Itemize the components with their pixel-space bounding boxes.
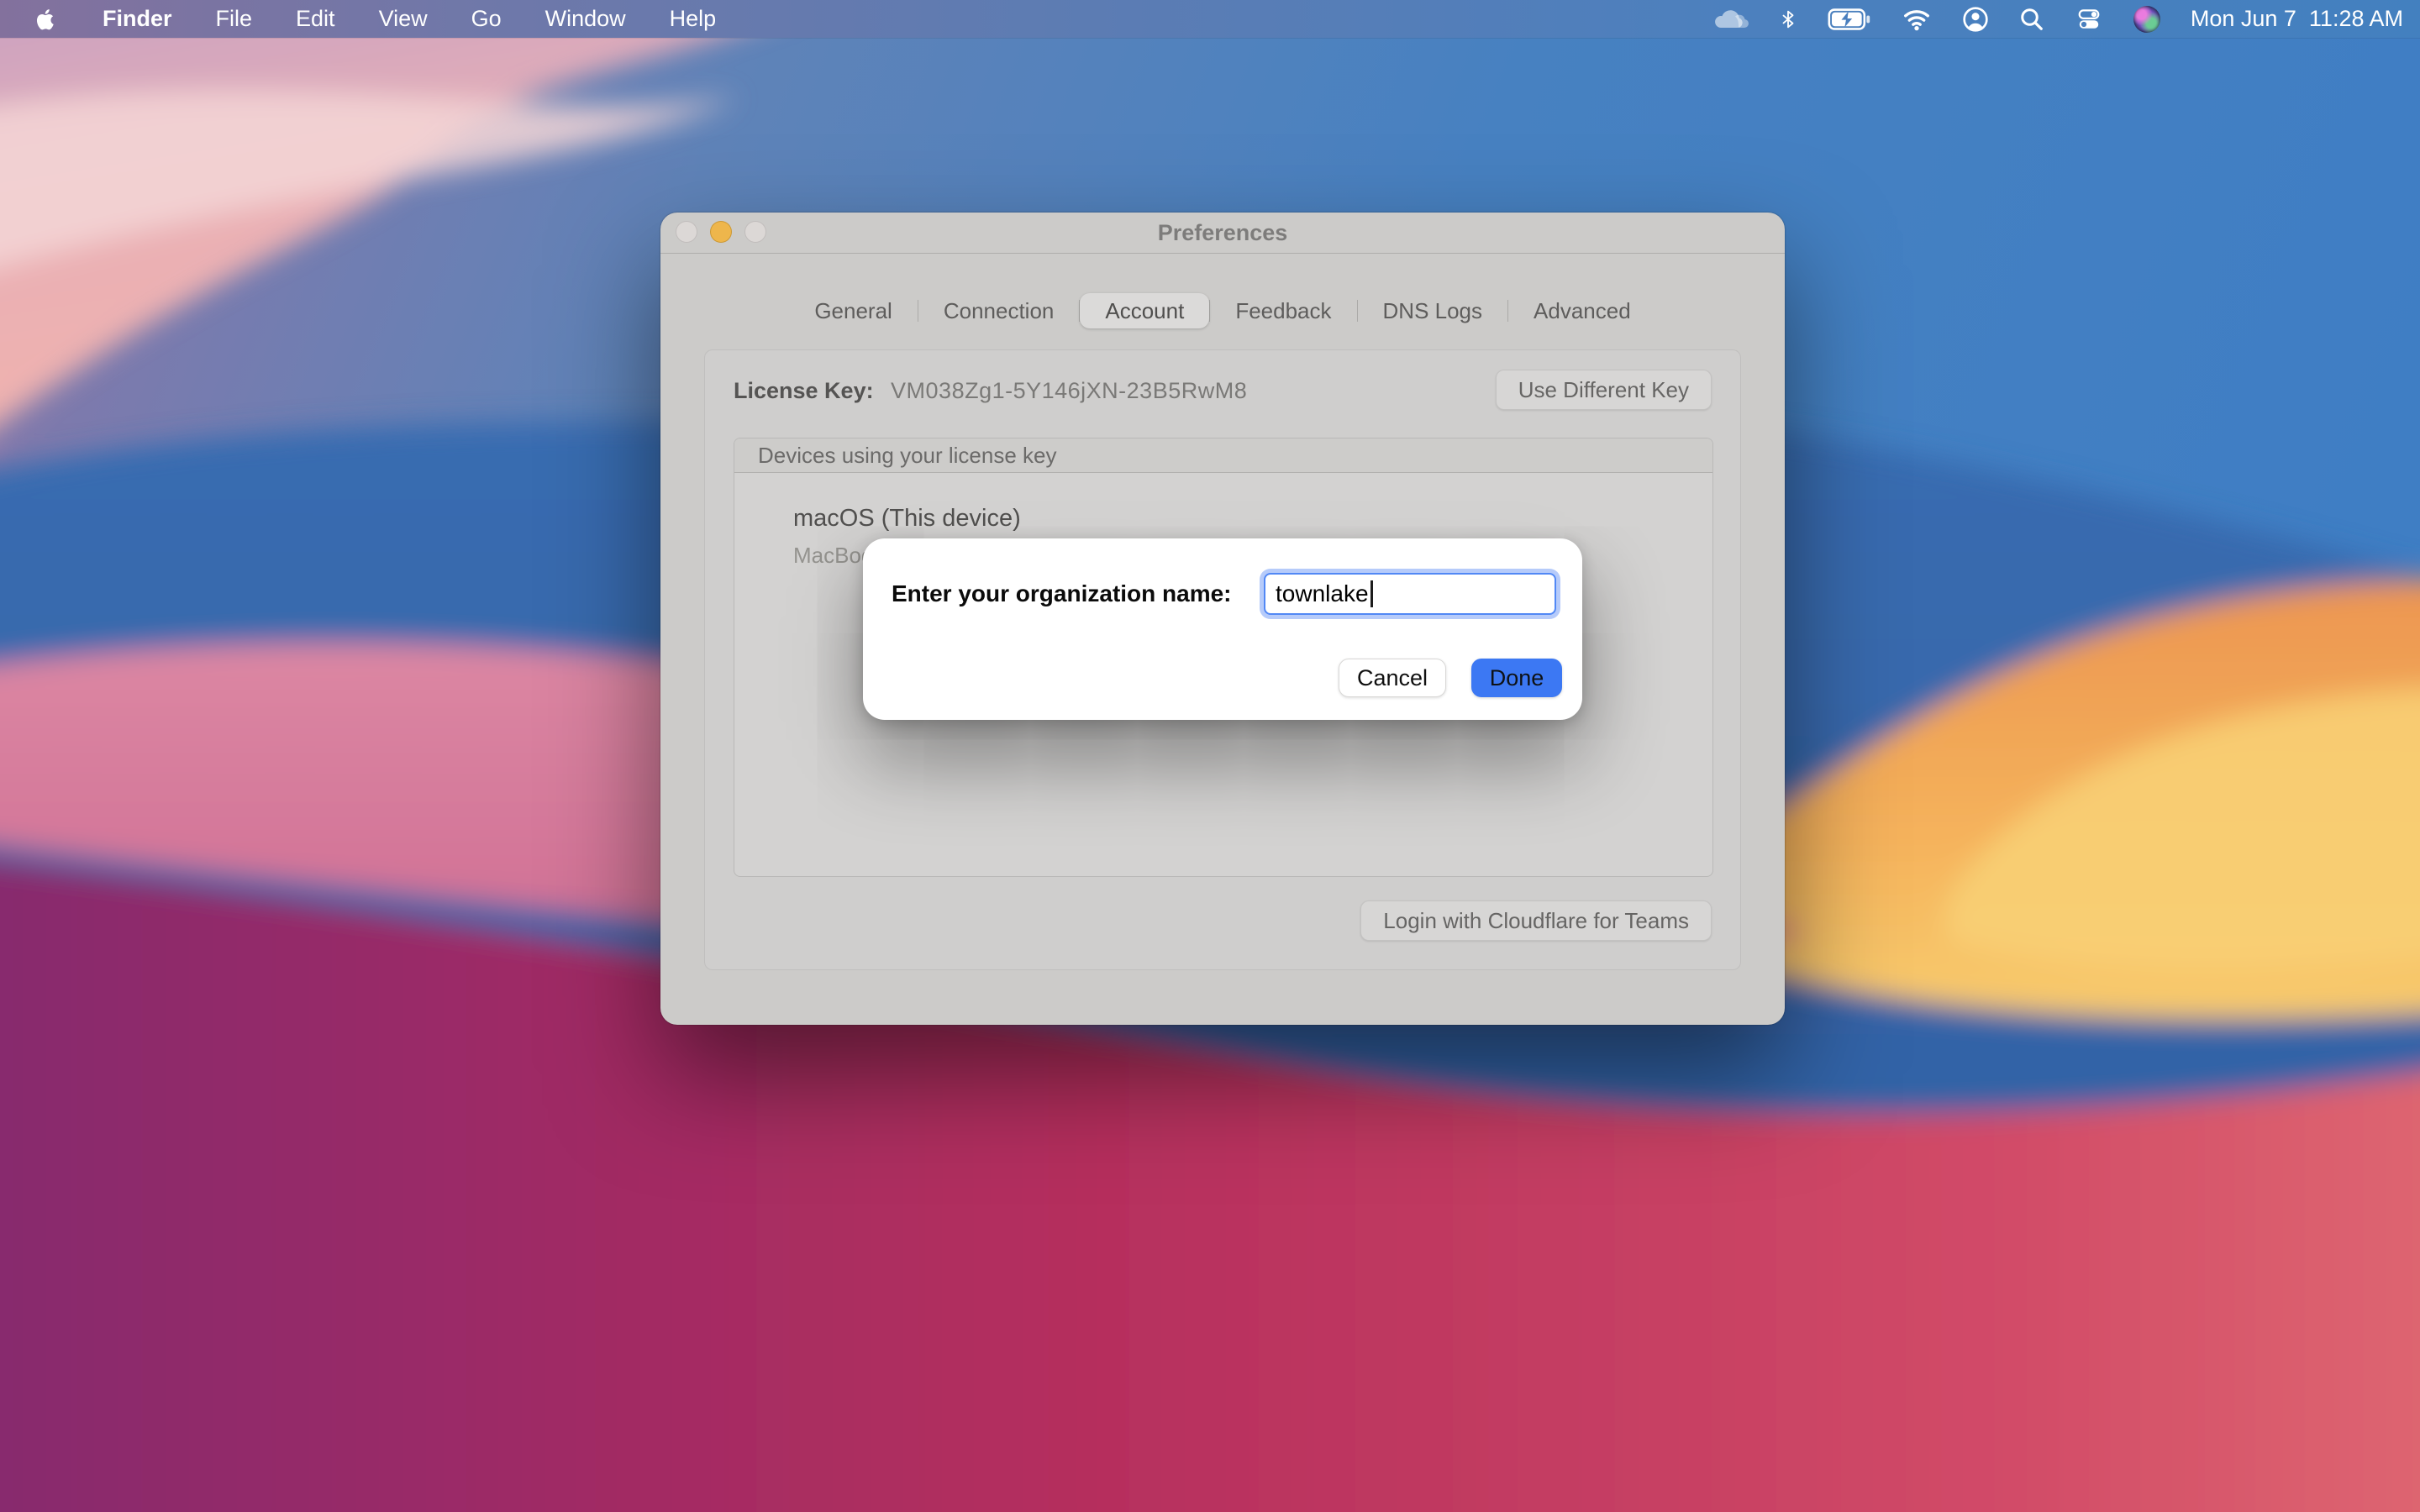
menu-bar: Finder File Edit View Go Window Help: [0, 0, 2420, 38]
wifi-icon[interactable]: [1902, 8, 1932, 31]
tab-dns-logs[interactable]: DNS Logs: [1358, 293, 1508, 328]
devices-list-header: Devices using your license key: [734, 438, 1712, 473]
preferences-tabs: General Connection Account Feedback DNS …: [660, 293, 1785, 328]
login-cloudflare-teams-button[interactable]: Login with Cloudflare for Teams: [1360, 900, 1712, 941]
license-key-row: License Key: VM038Zg1-5Y146jXN-23B5RwM8: [734, 371, 1247, 410]
menu-item-go[interactable]: Go: [471, 0, 502, 38]
organization-name-value: townlake: [1276, 580, 1369, 607]
tab-feedback[interactable]: Feedback: [1210, 293, 1356, 328]
done-button[interactable]: Done: [1471, 659, 1562, 697]
menu-item-edit[interactable]: Edit: [296, 0, 335, 38]
siri-icon[interactable]: [2133, 6, 2160, 33]
cancel-button[interactable]: Cancel: [1339, 659, 1446, 697]
menu-item-window[interactable]: Window: [545, 0, 626, 38]
title-bar[interactable]: Preferences: [660, 213, 1785, 254]
minimize-button[interactable]: [710, 221, 732, 243]
apple-icon: [34, 7, 59, 32]
tab-general[interactable]: General: [789, 293, 918, 328]
menu-item-file[interactable]: File: [216, 0, 253, 38]
tab-advanced[interactable]: Advanced: [1508, 293, 1656, 328]
menu-item-help[interactable]: Help: [670, 0, 717, 38]
desktop: Finder File Edit View Go Window Help: [0, 0, 2420, 1512]
organization-name-dialog: Enter your organization name: townlake C…: [863, 538, 1582, 720]
license-key-value: VM038Zg1-5Y146jXN-23B5RwM8: [891, 378, 1247, 403]
tab-account[interactable]: Account: [1080, 293, 1209, 328]
organization-name-input[interactable]: townlake: [1264, 573, 1556, 615]
apple-menu[interactable]: [34, 7, 59, 32]
license-key-label: License Key:: [734, 378, 874, 403]
dialog-prompt: Enter your organization name:: [892, 573, 1232, 615]
cloudflare-icon[interactable]: [1713, 8, 1749, 31]
menu-bar-clock[interactable]: Mon Jun 7 11:28 AM: [2191, 0, 2403, 38]
menu-item-view[interactable]: View: [379, 0, 428, 38]
text-caret: [1370, 580, 1373, 607]
battery-icon[interactable]: [1828, 8, 1871, 31]
tab-connection[interactable]: Connection: [918, 293, 1080, 328]
bluetooth-icon[interactable]: [1779, 6, 1797, 33]
close-button[interactable]: [676, 221, 697, 243]
search-icon[interactable]: [2019, 7, 2044, 32]
menu-item-finder[interactable]: Finder: [103, 0, 172, 38]
dialog-buttons: Cancel Done: [1339, 659, 1562, 697]
window-title: Preferences: [660, 213, 1785, 253]
user-icon[interactable]: [1962, 6, 1989, 33]
traffic-lights: [676, 221, 766, 243]
control-center-icon[interactable]: [2075, 7, 2103, 32]
zoom-button[interactable]: [744, 221, 766, 243]
use-different-key-button[interactable]: Use Different Key: [1496, 370, 1712, 410]
device-name: macOS (This device): [793, 505, 1712, 533]
